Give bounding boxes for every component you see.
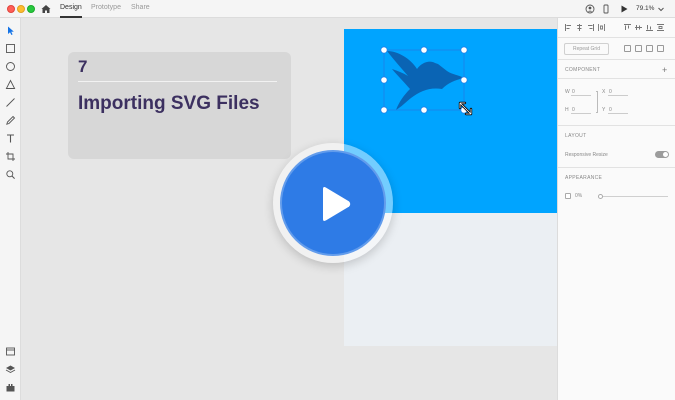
opacity-checkbox[interactable]: [565, 193, 571, 199]
assets-icon[interactable]: [5, 346, 16, 357]
play-preview-icon[interactable]: [619, 4, 629, 14]
section-divider: [558, 78, 675, 79]
opacity-slider-thumb[interactable]: [598, 194, 603, 199]
layout-section-label: LAYOUT: [565, 133, 587, 139]
tab-prototype[interactable]: Prototype: [91, 4, 121, 11]
active-tab-indicator: [60, 16, 82, 18]
layers-icon[interactable]: [5, 364, 16, 375]
align-center-horizontal-icon[interactable]: [576, 24, 583, 31]
user-icon[interactable]: [585, 4, 595, 14]
component-section-label: COMPONENT: [565, 67, 601, 73]
text-icon[interactable]: [5, 133, 16, 144]
add-boolean-icon[interactable]: [624, 45, 631, 52]
add-component-icon[interactable]: +: [662, 65, 667, 75]
lesson-title-card: 7 Importing SVG Files: [68, 52, 291, 159]
y-label: Y: [602, 107, 606, 113]
exclude-boolean-icon[interactable]: [657, 45, 664, 52]
select-icon[interactable]: [5, 25, 16, 36]
mobile-preview-icon[interactable]: [601, 4, 611, 14]
opacity-slider-track[interactable]: [600, 196, 668, 197]
distribute-vertical-icon[interactable]: [657, 24, 664, 31]
title-divider: [78, 81, 277, 82]
rectangle-icon[interactable]: [5, 43, 16, 54]
pen-icon[interactable]: [5, 115, 16, 126]
artboard-icon[interactable]: [5, 151, 16, 162]
zoom-level[interactable]: 79.1%: [636, 5, 654, 12]
align-left-icon[interactable]: [565, 24, 572, 31]
opacity-value[interactable]: 0%: [575, 193, 582, 199]
home-icon[interactable]: [40, 3, 52, 15]
close-window-button[interactable]: [7, 5, 15, 13]
height-label: H: [565, 107, 569, 113]
appearance-section-label: APPEARANCE: [565, 175, 603, 181]
title-bar: Design Prototype Share 79.1%: [0, 0, 675, 18]
play-icon[interactable]: [320, 186, 352, 222]
responsive-resize-toggle[interactable]: [655, 151, 669, 158]
width-field-underline: [571, 88, 591, 96]
distribute-horizontal-icon[interactable]: [598, 24, 605, 31]
section-divider: [558, 125, 675, 126]
tab-share[interactable]: Share: [131, 4, 150, 11]
chevron-down-icon[interactable]: [656, 4, 666, 14]
align-right-icon[interactable]: [587, 24, 594, 31]
subtract-boolean-icon[interactable]: [635, 45, 642, 52]
ellipse-icon[interactable]: [5, 61, 16, 72]
width-label: W: [565, 89, 570, 95]
x-label: X: [602, 89, 606, 95]
toggle-knob: [663, 152, 668, 157]
property-inspector: Repeat Grid COMPONENT + W 0 X 0 H 0 Y 0 …: [557, 18, 675, 400]
alignment-toolbar: [558, 18, 675, 38]
polygon-icon[interactable]: [5, 79, 16, 90]
minimize-window-button[interactable]: [17, 5, 25, 13]
responsive-resize-label: Responsive Resize: [565, 152, 608, 158]
selected-bird-logo[interactable]: [380, 45, 475, 120]
x-field-underline: [608, 88, 628, 96]
bird-logo-icon: [387, 51, 464, 110]
align-middle-icon[interactable]: [635, 24, 642, 31]
tab-design[interactable]: Design: [60, 4, 82, 11]
maximize-window-button[interactable]: [27, 5, 35, 13]
repeat-grid-row: Repeat Grid: [558, 38, 675, 60]
lock-aspect-link[interactable]: [596, 91, 598, 113]
align-bottom-icon[interactable]: [646, 24, 653, 31]
align-top-icon[interactable]: [624, 24, 631, 31]
section-divider: [558, 167, 675, 168]
line-icon[interactable]: [5, 97, 16, 108]
repeat-grid-button[interactable]: Repeat Grid: [564, 43, 609, 55]
lesson-title: Importing SVG Files: [78, 93, 260, 114]
y-field-underline: [608, 106, 628, 114]
lesson-number: 7: [78, 57, 88, 76]
tools-toolbar: [0, 18, 21, 400]
plugins-icon[interactable]: [5, 382, 16, 393]
height-field-underline: [571, 106, 591, 114]
intersect-boolean-icon[interactable]: [646, 45, 653, 52]
zoom-icon[interactable]: [5, 169, 16, 180]
